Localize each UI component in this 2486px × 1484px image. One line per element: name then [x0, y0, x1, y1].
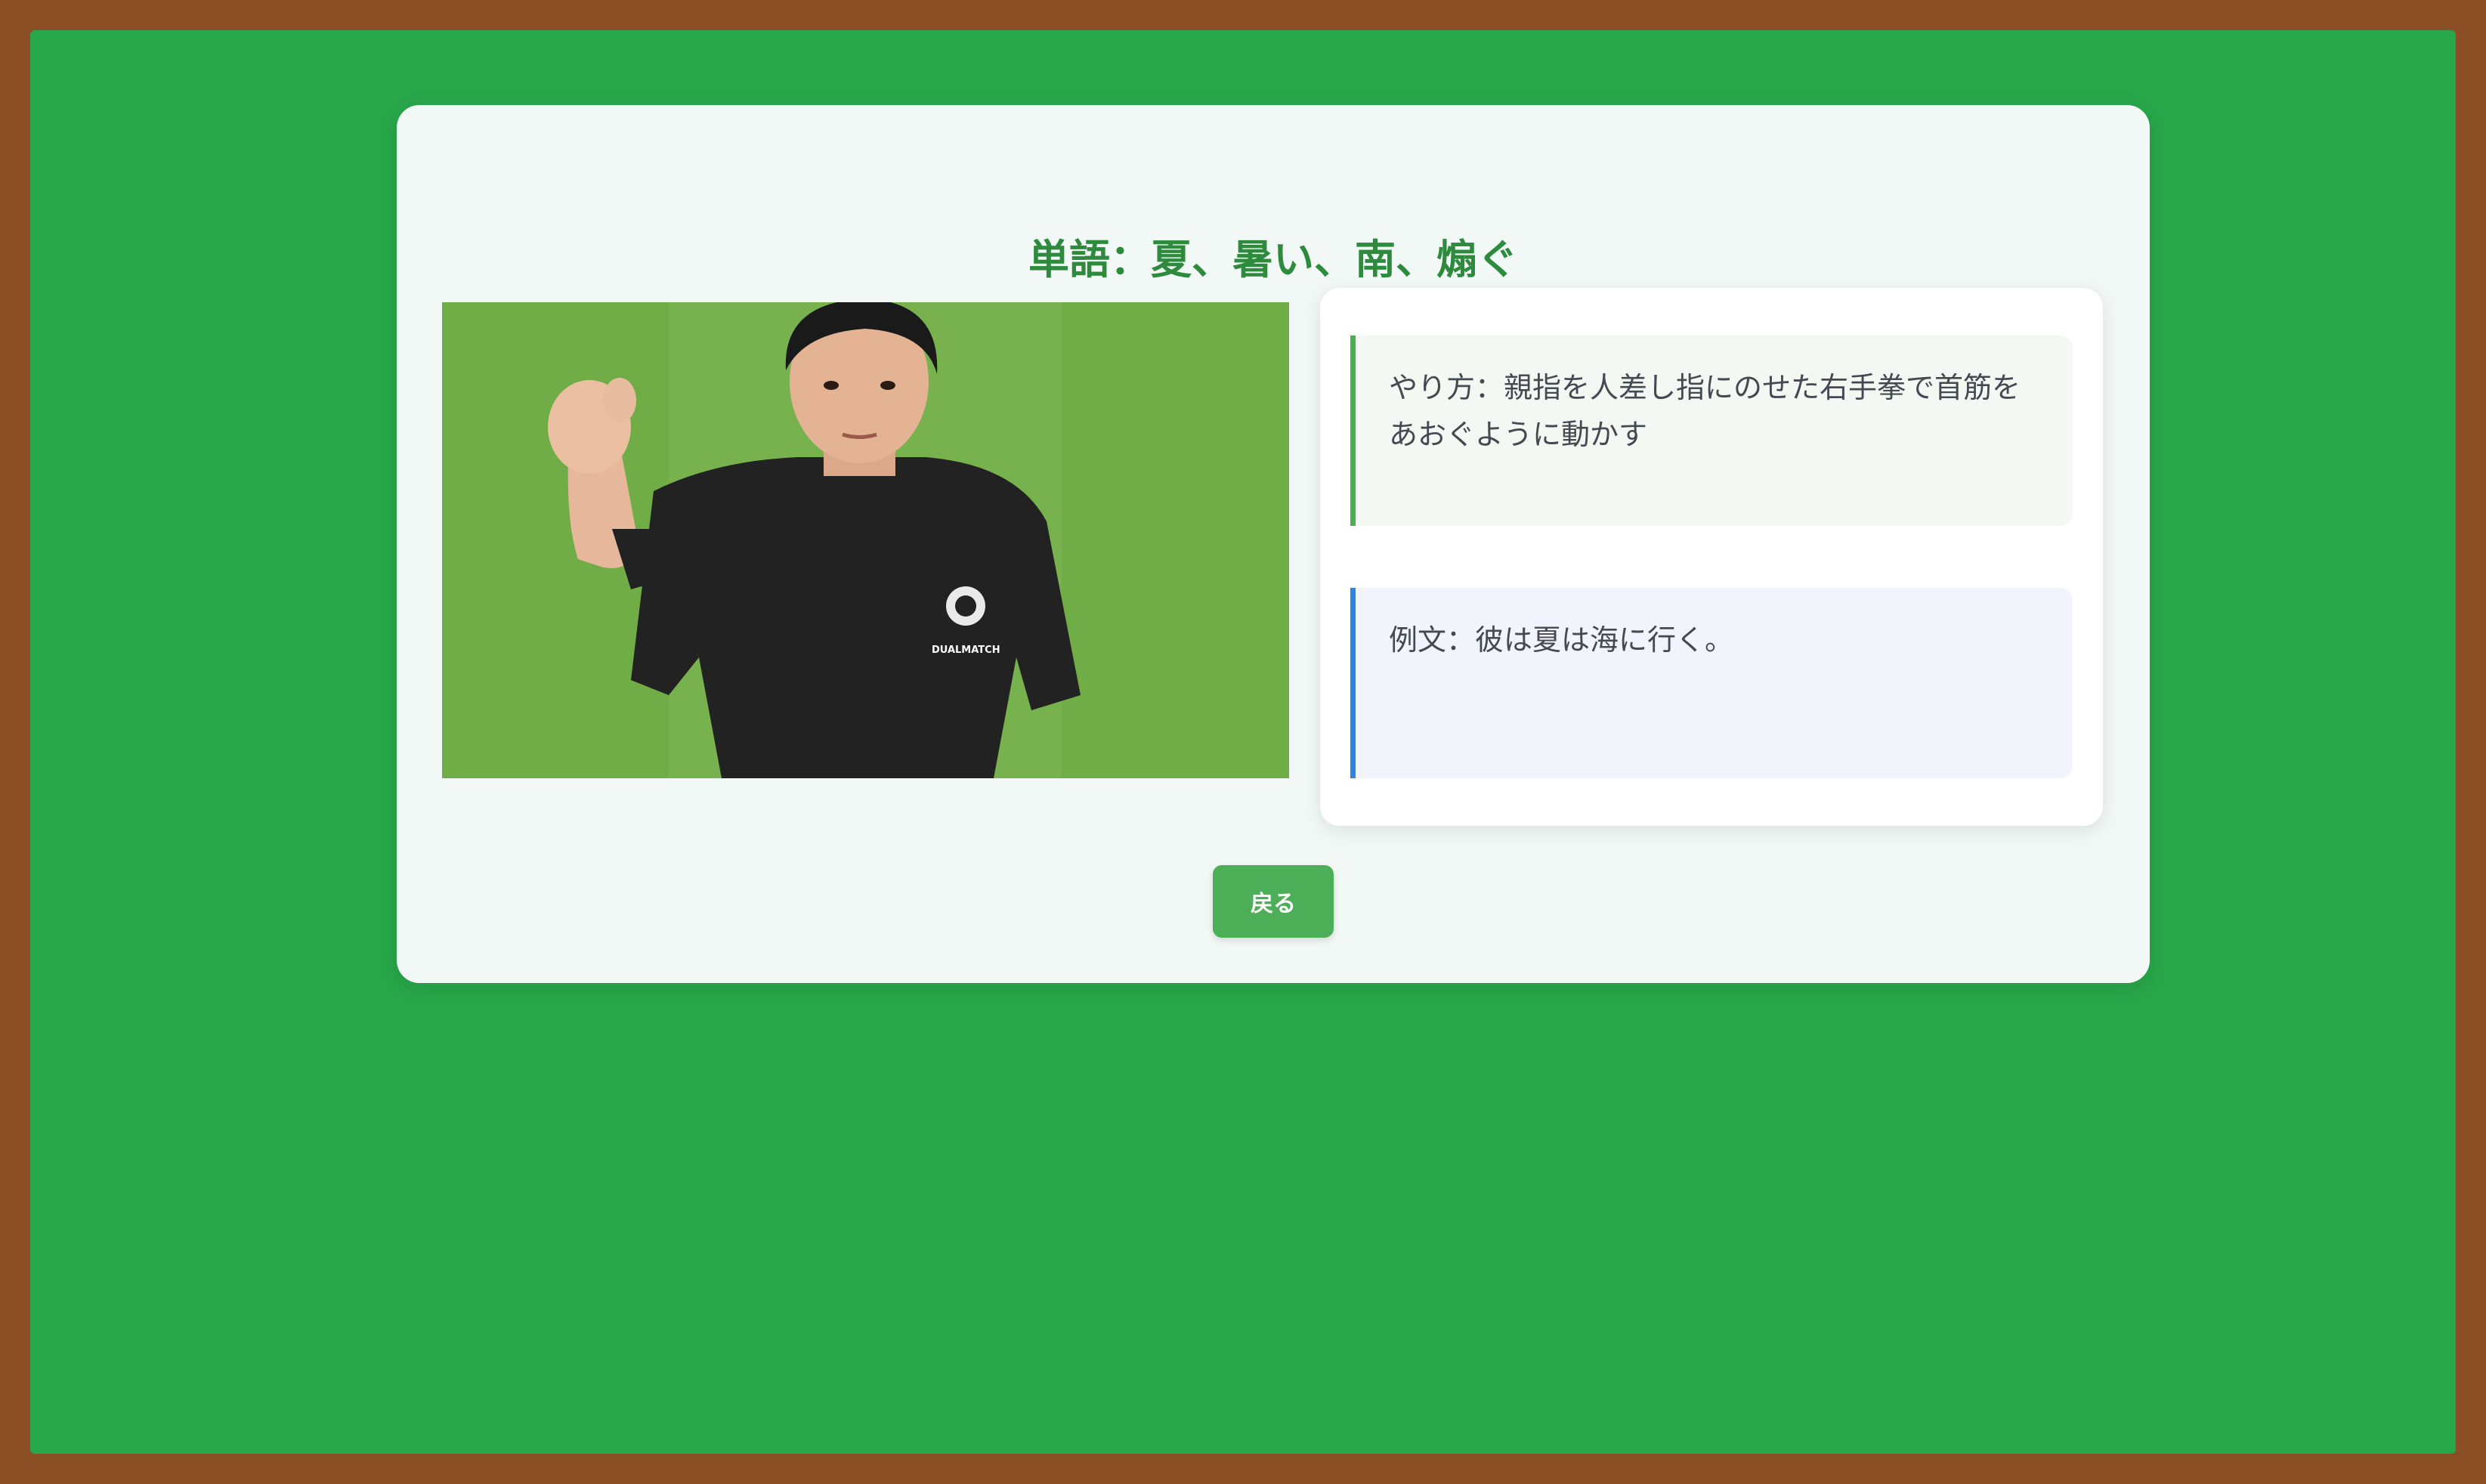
wooden-frame: 単語：夏、暑い、南、煽ぐ DUALMATCH やり方：親指を人差し指にのせた右手… — [0, 0, 2486, 1484]
example-box: 例文：彼は夏は海に行く。 — [1350, 588, 2073, 778]
sign-video[interactable]: DUALMATCH — [442, 302, 1289, 778]
green-board: 単語：夏、暑い、南、煽ぐ DUALMATCH やり方：親指を人差し指にのせた右手… — [30, 30, 2456, 1454]
method-box: やり方：親指を人差し指にのせた右手拳で首筋をあおぐように動かす — [1350, 335, 2073, 526]
video-frame-illustration: DUALMATCH — [442, 302, 1289, 778]
method-text: やり方：親指を人差し指にのせた右手拳で首筋をあおぐように動かす — [1389, 371, 2021, 451]
example-text: 例文：彼は夏は海に行く。 — [1389, 623, 1734, 657]
page-title: 単語：夏、暑い、南、煽ぐ — [1028, 236, 1518, 283]
sign-details-panel: やり方：親指を人差し指にのせた右手拳で首筋をあおぐように動かす 例文：彼は夏は海… — [1320, 288, 2103, 826]
word-card: 単語：夏、暑い、南、煽ぐ DUALMATCH やり方：親指を人差し指にのせた右手… — [397, 105, 2150, 983]
back-button[interactable]: 戻る — [1213, 865, 1334, 938]
shirt-logo-text: DUALMATCH — [932, 645, 1000, 656]
